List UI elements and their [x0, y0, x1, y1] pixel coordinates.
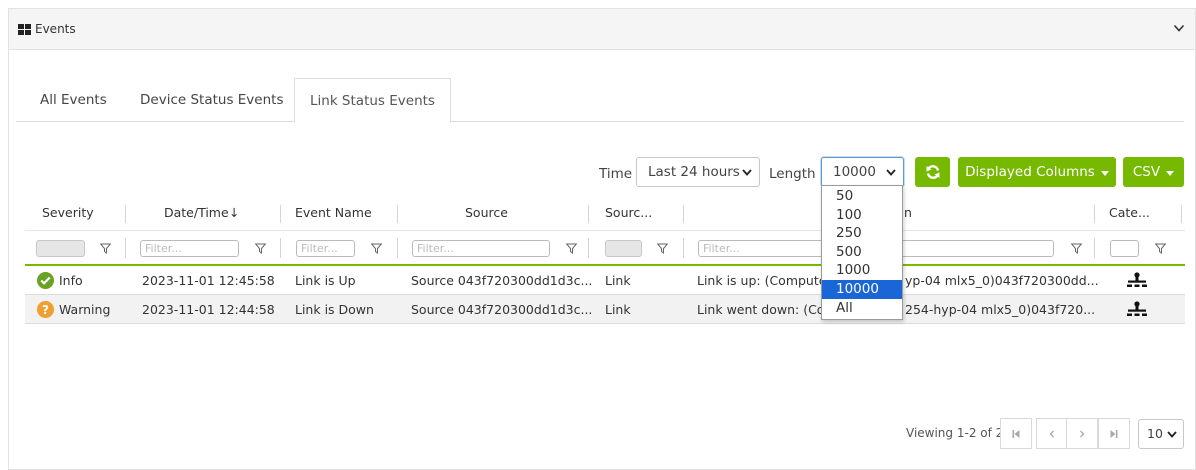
- length-option-100[interactable]: 100: [822, 206, 902, 225]
- length-label: Length: [769, 166, 816, 182]
- displayed-columns-label: Displayed Columns: [965, 164, 1095, 180]
- datetime-filter[interactable]: Filter...: [140, 240, 239, 257]
- filter-divider: [397, 238, 398, 258]
- source-cell: Source 043f720300dd1d3c...: [411, 302, 593, 317]
- panel-header[interactable]: Events: [9, 9, 1195, 50]
- csv-button[interactable]: CSV: [1123, 157, 1184, 187]
- sort-desc-icon[interactable]: ↓: [229, 205, 239, 220]
- chevron-down-icon: [1167, 431, 1177, 438]
- column-header-event-name[interactable]: Event Name: [295, 205, 372, 220]
- caret-down-icon: [1100, 170, 1109, 176]
- event-name-cell: Link is Down: [295, 302, 374, 317]
- network-icon: [1127, 301, 1147, 316]
- filter-icon[interactable]: [255, 243, 266, 254]
- column-header-severity[interactable]: Severity: [42, 205, 94, 220]
- filter-icon[interactable]: [1071, 243, 1082, 254]
- column-divider[interactable]: [125, 205, 126, 223]
- source-cell: Source 043f720300dd1d3c...: [411, 273, 593, 288]
- tab-all-events[interactable]: All Events: [40, 78, 107, 122]
- refresh-icon: [926, 165, 939, 179]
- length-option-50[interactable]: 50: [822, 187, 902, 206]
- refresh-button[interactable]: [915, 157, 950, 187]
- filter-divider: [280, 238, 281, 258]
- filter-divider: [1094, 238, 1095, 258]
- filter-divider: [683, 238, 684, 258]
- length-option-all[interactable]: All: [822, 299, 902, 318]
- tab-bar: All Events Device Status Events Link Sta…: [16, 78, 1184, 123]
- csv-label: CSV: [1132, 164, 1161, 180]
- length-option-250[interactable]: 250: [822, 224, 902, 243]
- column-divider[interactable]: [397, 205, 398, 223]
- time-range-select[interactable]: Last 24 hours: [636, 157, 760, 187]
- datetime-cell: 2023-11-01 12:44:58: [142, 302, 275, 317]
- length-option-500[interactable]: 500: [822, 243, 902, 262]
- page-size-value: 10: [1147, 426, 1163, 441]
- table-row[interactable]: ? Warning 2023-11-01 12:44:58 Link is Do…: [25, 295, 1185, 324]
- source-type-cell: Link: [605, 302, 631, 317]
- severity-cell: Info: [59, 273, 83, 288]
- tab-device-status-events[interactable]: Device Status Events: [140, 78, 283, 122]
- event-name-cell: Link is Up: [295, 273, 356, 288]
- chevron-right-icon: [1080, 430, 1085, 437]
- severity-cell: Warning: [59, 302, 111, 317]
- next-page-button[interactable]: [1066, 418, 1098, 449]
- time-label: Time: [599, 166, 633, 182]
- page-size-select[interactable]: 10: [1138, 419, 1184, 449]
- source-filter[interactable]: Filter...: [412, 240, 550, 257]
- description-cell: Link went down: (Co: [697, 302, 825, 317]
- category-filter[interactable]: [1110, 240, 1139, 257]
- filter-icon[interactable]: [657, 243, 668, 254]
- displayed-columns-button[interactable]: Displayed Columns: [958, 157, 1116, 187]
- prev-page-button[interactable]: [1036, 418, 1068, 449]
- event-name-filter[interactable]: Filter...: [296, 240, 355, 257]
- chevron-left-icon: [1049, 430, 1054, 437]
- panel-title: Events: [35, 22, 76, 36]
- column-divider[interactable]: [683, 205, 684, 223]
- description-cell-continued: 254-hyp-04 mlx5_0)043f720...: [905, 302, 1096, 317]
- filter-icon[interactable]: [566, 243, 577, 254]
- header-divider: [25, 230, 1185, 231]
- length-value: 10000: [833, 164, 876, 180]
- filter-icon[interactable]: [1155, 243, 1166, 254]
- last-page-button[interactable]: [1098, 418, 1130, 449]
- column-divider[interactable]: [280, 205, 281, 223]
- table-row[interactable]: Info 2023-11-01 12:45:58 Link is Up Sour…: [25, 266, 1185, 295]
- chevron-down-icon: [742, 169, 752, 176]
- check-circle-icon: [37, 272, 54, 289]
- question-circle-icon: ?: [37, 301, 54, 318]
- time-range-value: Last 24 hours: [648, 164, 740, 180]
- column-divider[interactable]: [588, 205, 589, 223]
- viewing-count: Viewing 1-2 of 2: [906, 426, 1004, 440]
- source-type-cell: Link: [605, 273, 631, 288]
- last-page-icon: [1110, 429, 1118, 438]
- column-divider[interactable]: [1094, 205, 1095, 223]
- column-header-datetime[interactable]: Date/Time: [164, 205, 229, 220]
- severity-filter[interactable]: [36, 240, 85, 257]
- length-dropdown-list[interactable]: 50 100 250 500 1000 10000 All: [821, 185, 903, 320]
- first-page-button[interactable]: [1000, 418, 1032, 449]
- chevron-down-icon: [886, 169, 896, 176]
- caret-down-icon: [1166, 170, 1175, 176]
- network-icon: [1127, 272, 1147, 287]
- datetime-cell: 2023-11-01 12:45:58: [142, 273, 275, 288]
- column-divider[interactable]: [1181, 205, 1182, 223]
- length-select[interactable]: 10000: [821, 157, 904, 187]
- filter-divider: [125, 238, 126, 258]
- column-header-source-type[interactable]: Sourc...: [605, 205, 652, 220]
- description-cell-continued: yp-04 mlx5_0)043f720300dd...: [905, 273, 1099, 288]
- length-option-1000[interactable]: 1000: [822, 261, 902, 280]
- tab-link-status-events[interactable]: Link Status Events: [294, 78, 451, 123]
- chevron-down-icon[interactable]: [1173, 22, 1185, 34]
- column-header-source[interactable]: Source: [465, 205, 508, 220]
- column-header-description[interactable]: n: [904, 205, 912, 220]
- source-type-filter[interactable]: [605, 240, 642, 257]
- description-cell: Link is up: (Compute: [697, 273, 827, 288]
- filter-icon[interactable]: [371, 243, 382, 254]
- first-page-icon: [1012, 429, 1020, 438]
- filter-divider: [588, 238, 589, 258]
- column-header-category[interactable]: Cate...: [1109, 205, 1150, 220]
- filter-icon[interactable]: [100, 243, 111, 254]
- length-option-10000[interactable]: 10000: [822, 279, 902, 299]
- grid-icon: [18, 23, 31, 35]
